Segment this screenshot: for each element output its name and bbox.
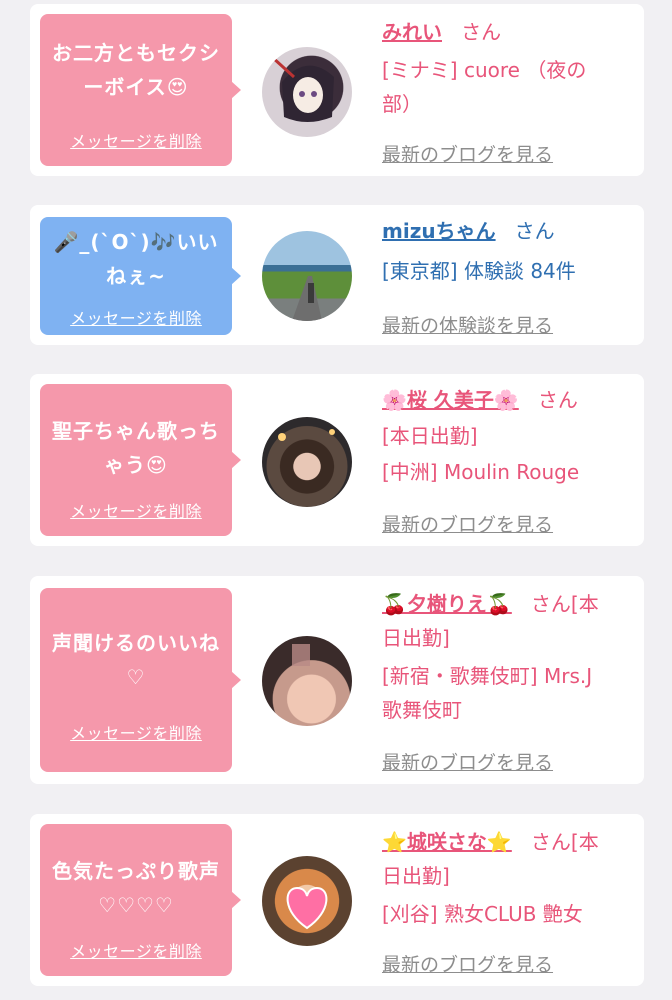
delete-message-link[interactable]: メッセージを削除 [40,305,232,329]
profile-detail: [新宿・歌舞伎町] Mrs.J [382,664,593,688]
message-card: 色気たっぷり歌声 ♡♡♡♡ メッセージを削除 ⭐城咲さな⭐ さん[本 日出勤] [… [30,814,644,986]
message-bubble: お二方ともセクシ ーボイス😍 メッセージを削除 [40,14,241,166]
message-card: 聖子ちゃん歌っち ゃう😍 メッセージを削除 🌸桜 久美子🌸 さん [本日出勤] [… [30,374,644,546]
avatar[interactable] [262,47,352,137]
message-bubble: 色気たっぷり歌声 ♡♡♡♡ メッセージを削除 [40,824,241,976]
profile-name-link[interactable]: 🍒夕樹りえ🍒 [382,592,512,616]
profile-name-link[interactable]: mizuちゃん [382,219,496,243]
delete-message-link[interactable]: メッセージを削除 [40,128,232,152]
message-text: お二方ともセクシ ーボイス😍 [52,41,220,99]
honorific: さん [537,388,578,412]
profile-name-link[interactable]: みれい [382,20,442,44]
profile-name-link[interactable]: ⭐城咲さな⭐ [382,830,512,854]
message-bubble: 🎤_(`O`)🎶いい ねぇ~ メッセージを削除 [40,217,241,335]
profile-detail: [中洲] Moulin Rouge [382,460,580,484]
message-text: 色気たっぷり歌声 ♡♡♡♡ [52,859,220,917]
latest-blog-link[interactable]: 最新のブログを見る [382,748,553,775]
profile-detail: 日出勤] [382,626,450,650]
profile-detail: 部） [382,92,422,116]
avatar[interactable] [262,636,352,726]
profile-detail: [本日出勤] [382,424,478,448]
delete-message-link[interactable]: メッセージを削除 [40,498,232,522]
profile-detail: [東京都] 体験談 84件 [382,259,576,283]
latest-blog-link[interactable]: 最新のブログを見る [382,510,553,537]
message-bubble: 声聞けるのいいね ♡ メッセージを削除 [40,588,241,772]
honorific: さん [514,219,555,243]
message-text: 聖子ちゃん歌っち ゃう😍 [52,419,220,477]
avatar[interactable] [262,231,352,321]
honorific: さん[本 [530,592,599,616]
message-card: 声聞けるのいいね ♡ メッセージを削除 🍒夕樹りえ🍒 さん[本 日出勤] [新宿・… [30,576,644,784]
anime-avatar-icon [270,55,334,122]
latest-blog-link[interactable]: 最新のブログを見る [382,140,553,167]
honorific: さん [461,20,502,44]
message-text: 🎤_(`O`)🎶いい ねぇ~ [53,230,219,288]
message-card: 🎤_(`O`)🎶いい ねぇ~ メッセージを削除 mizuちゃん さん [東京都] … [30,205,644,345]
profile-detail: 歌舞伎町 [382,698,462,722]
avatar[interactable] [262,856,352,946]
profile-detail: 日出勤] [382,864,450,888]
woman-avatar-icon [292,644,310,666]
profile-detail: [刈谷] 熟女CLUB 艶女 [382,902,583,926]
heart-icon [286,886,328,930]
avatar[interactable] [262,417,352,507]
message-bubble: 聖子ちゃん歌っち ゃう😍 メッセージを削除 [40,384,241,536]
latest-review-link[interactable]: 最新の体験談を見る [382,311,553,338]
landscape-avatar-icon [292,276,322,321]
honorific: さん[本 [530,830,599,854]
latest-blog-link[interactable]: 最新のブログを見る [382,950,553,977]
delete-message-link[interactable]: メッセージを削除 [40,720,232,744]
profile-name-link[interactable]: 🌸桜 久美子🌸 [382,388,519,412]
message-text: 声聞けるのいいね ♡ [52,631,220,689]
profile-detail: [ミナミ] cuore （夜の [382,58,587,82]
message-card: お二方ともセクシ ーボイス😍 メッセージを削除 みれい さん [ミナミ] cuor… [30,4,644,176]
delete-message-link[interactable]: メッセージを削除 [40,938,232,962]
woman-avatar-icon [278,429,335,441]
